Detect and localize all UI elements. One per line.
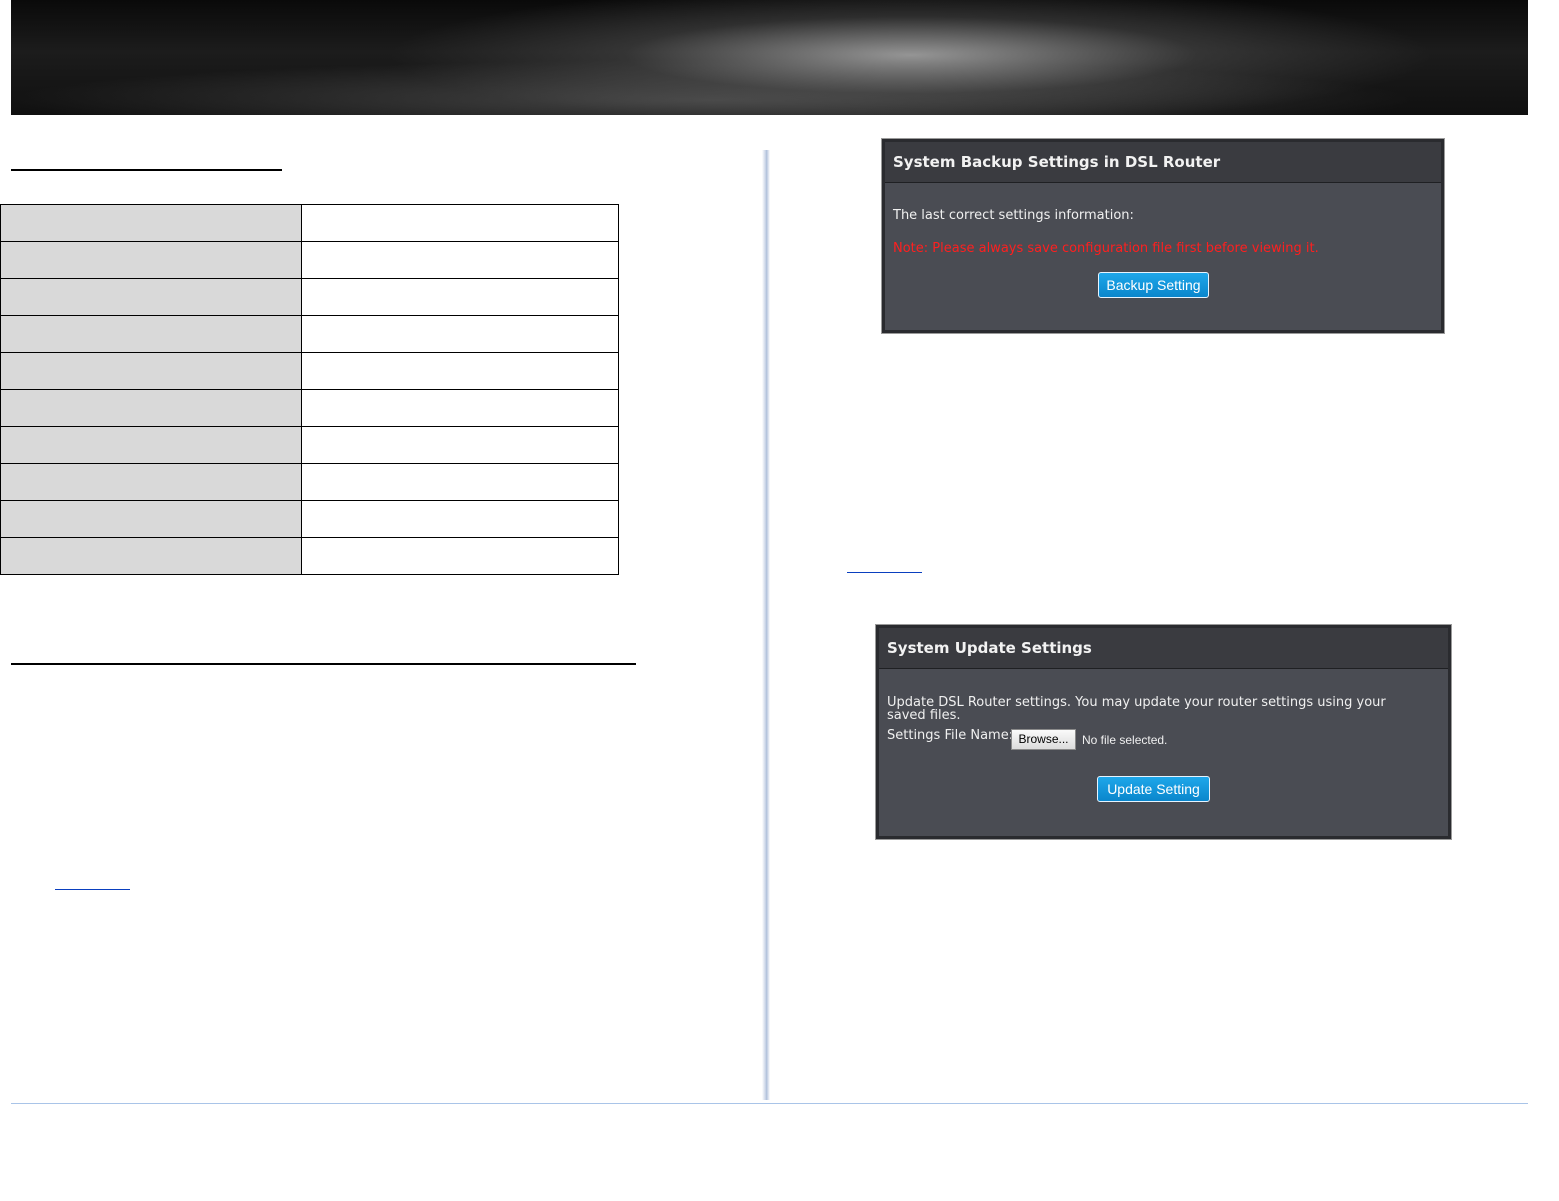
table-cell-key [0,352,302,390]
table-row [0,204,619,242]
footer-rule [11,1103,1528,1104]
table-cell-value [301,278,619,316]
settings-table [0,204,619,575]
last-settings-info-label: The last correct settings information: [893,208,1134,223]
table-row [0,352,619,390]
backup-note-text: Note: Please always save configuration f… [893,241,1319,256]
section-heading-underline [11,169,282,171]
table-cell-value [301,389,619,427]
table-cell-value [301,426,619,464]
settings-file-name-label: Settings File Name: [887,728,1014,743]
update-description: Update DSL Router settings. You may upda… [887,695,1386,723]
update-panel-title: System Update Settings [879,628,1448,669]
table-row [0,389,619,427]
table-row [0,426,619,464]
header-banner [11,0,1528,115]
table-cell-value [301,352,619,390]
update-setting-button[interactable]: Update Setting [1097,776,1210,802]
table-cell-value [301,315,619,353]
table-cell-key [0,500,302,538]
backup-settings-panel: System Backup Settings in DSL Router The… [881,138,1445,334]
table-row [0,537,619,575]
update-settings-panel: System Update Settings Update DSL Router… [875,624,1452,840]
hyperlink-underline[interactable] [55,889,130,890]
table-cell-value [301,500,619,538]
table-row [0,500,619,538]
table-cell-key [0,426,302,464]
table-cell-key [0,241,302,279]
table-row [0,463,619,501]
table-cell-key [0,389,302,427]
table-cell-key [0,463,302,501]
table-cell-key [0,537,302,575]
table-cell-value [301,204,619,242]
backup-setting-button[interactable]: Backup Setting [1098,272,1209,298]
section-heading-underline [11,663,636,665]
table-row [0,315,619,353]
backup-panel-title: System Backup Settings in DSL Router [885,142,1441,183]
table-cell-key [0,204,302,242]
table-cell-value [301,463,619,501]
table-row [0,278,619,316]
hyperlink-underline[interactable] [847,572,922,573]
browse-file-button[interactable]: Browse... [1011,729,1076,750]
table-cell-value [301,537,619,575]
table-cell-key [0,315,302,353]
table-cell-key [0,278,302,316]
table-row [0,241,619,279]
file-status-text: No file selected. [1082,733,1168,747]
column-divider [762,150,770,1100]
table-cell-value [301,241,619,279]
